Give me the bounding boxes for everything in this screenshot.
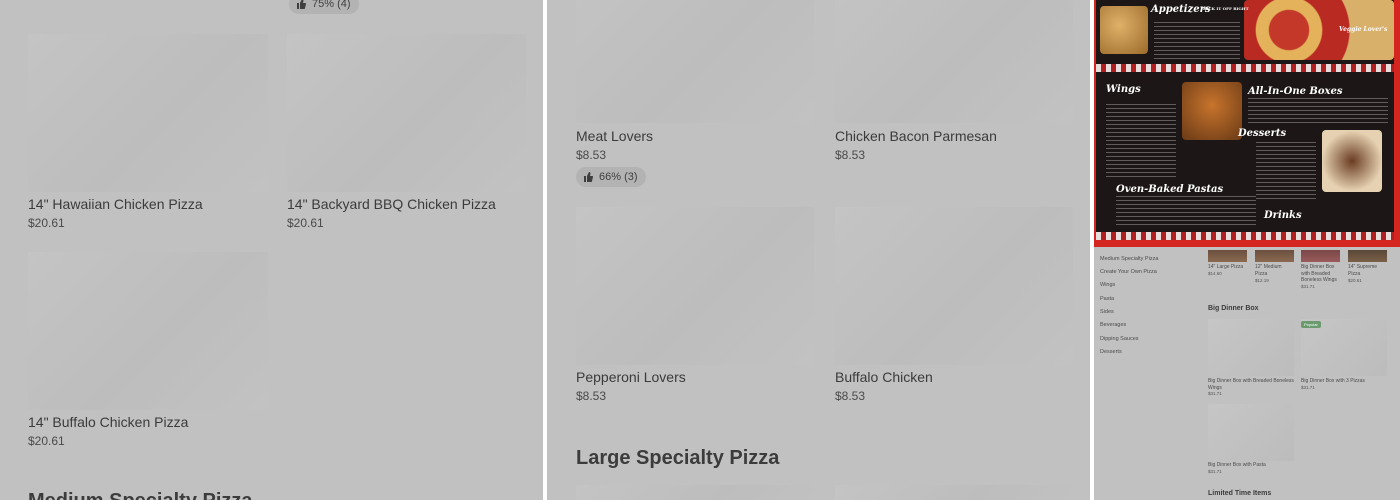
- menu-board: Appetizers KICK IT OFF RIGHT Veggie Love…: [1096, 0, 1394, 240]
- thumbs-up-icon: [584, 172, 593, 182]
- desserts-text: [1256, 142, 1316, 202]
- item-name[interactable]: Big Dinner Box with Pasta: [1208, 462, 1294, 469]
- item-price: $20.61: [28, 216, 65, 230]
- item-name[interactable]: Big Dinner Box with Breaded Boneless Win…: [1301, 264, 1341, 284]
- thumbs-up-icon: [297, 0, 306, 9]
- item-price: $12.19: [1255, 278, 1269, 283]
- rating-badge: 75% (4): [289, 0, 359, 14]
- item-name[interactable]: Meat Lovers: [576, 128, 653, 144]
- popular-badge: Popular: [1301, 321, 1321, 328]
- item-price: $20.61: [1348, 278, 1362, 283]
- wings-photo: [1182, 82, 1242, 140]
- rating-text: 66% (3): [599, 171, 638, 183]
- item-price: $20.61: [28, 434, 65, 448]
- rating-badge: 66% (3): [576, 167, 646, 187]
- sidebar-link[interactable]: Sides: [1100, 309, 1114, 315]
- section-title: Big Dinner Box: [1208, 305, 1259, 312]
- item-price: $8.53: [576, 148, 607, 162]
- drinks-heading: Drinks: [1264, 210, 1302, 221]
- item-name[interactable]: Pepperoni Lovers: [576, 369, 686, 385]
- item-price: $8.53: [576, 389, 607, 403]
- appetizers-text: [1154, 22, 1240, 62]
- item-name[interactable]: Big Dinner Box with 3 Pizzas: [1301, 378, 1387, 385]
- item-image[interactable]: [835, 485, 1073, 500]
- item-name[interactable]: Buffalo Chicken: [835, 369, 933, 385]
- section-title: Medium Specialty Pizza: [28, 490, 253, 500]
- item-price: $8.53: [835, 389, 866, 403]
- item-image[interactable]: [28, 34, 268, 192]
- item-image[interactable]: [1301, 250, 1340, 262]
- all-in-one-heading: All-In-One Boxes: [1248, 86, 1343, 97]
- item-image[interactable]: [1208, 319, 1294, 376]
- boxes-text: [1248, 98, 1388, 124]
- appetizers-heading: Appetizers: [1151, 4, 1211, 15]
- item-image[interactable]: [576, 0, 814, 123]
- section-title: Large Specialty Pizza: [576, 447, 780, 469]
- item-name[interactable]: Big Dinner Box with Breaded Boneless Win…: [1208, 378, 1294, 391]
- wings-text: [1106, 104, 1176, 180]
- item-price: $31.71: [1301, 385, 1315, 390]
- desserts-heading: Desserts: [1238, 128, 1287, 139]
- item-name[interactable]: 14" Backyard BBQ Chicken Pizza: [287, 196, 496, 212]
- appetizers-tagline: KICK IT OFF RIGHT: [1203, 6, 1249, 11]
- checker-divider: [1096, 64, 1394, 72]
- veggie-lovers-label: Veggie Lover's: [1339, 26, 1388, 33]
- item-image[interactable]: [1208, 404, 1294, 461]
- item-name[interactable]: 14" Supreme Pizza: [1348, 264, 1388, 277]
- item-name[interactable]: 14" Buffalo Chicken Pizza: [28, 414, 188, 430]
- sidebar-link[interactable]: Wings: [1100, 282, 1115, 288]
- wings-heading: Wings: [1106, 84, 1141, 95]
- left-menu-panel: 75% (4) 14" Hawaiian Chicken Pizza $20.6…: [0, 0, 543, 500]
- menu-board-photo: Appetizers KICK IT OFF RIGHT Veggie Love…: [1094, 0, 1400, 247]
- rating-text: 75% (4): [312, 0, 351, 10]
- item-name[interactable]: 14" Large Pizza: [1208, 264, 1248, 271]
- pasta-text: [1116, 196, 1256, 226]
- item-image[interactable]: [835, 207, 1073, 365]
- item-price: $31.71: [1208, 469, 1222, 474]
- breadsticks-photo: [1100, 6, 1148, 54]
- item-image[interactable]: [1348, 250, 1387, 262]
- sidebar-link[interactable]: Create Your Own Pizza: [1100, 269, 1157, 275]
- item-name[interactable]: 14" Hawaiian Chicken Pizza: [28, 196, 203, 212]
- item-image[interactable]: [1255, 250, 1294, 262]
- item-name[interactable]: 12" Medium Pizza: [1255, 264, 1295, 277]
- item-price: $20.61: [287, 216, 324, 230]
- middle-menu-panel: Meat Lovers $8.53 66% (3) Chicken Bacon …: [547, 0, 1090, 500]
- sidebar-link[interactable]: Pasta: [1100, 296, 1114, 302]
- item-name[interactable]: Chicken Bacon Parmesan: [835, 128, 997, 144]
- section-title: Limited Time Items: [1208, 490, 1272, 497]
- checker-divider: [1096, 232, 1394, 240]
- sidebar-link[interactable]: Desserts: [1100, 349, 1122, 355]
- dessert-photo: [1322, 130, 1382, 192]
- item-image[interactable]: [287, 34, 526, 192]
- item-image[interactable]: [576, 207, 814, 365]
- item-price: $8.53: [835, 148, 866, 162]
- item-image[interactable]: [576, 485, 814, 500]
- sidebar-link[interactable]: Dipping Sauces: [1100, 336, 1139, 342]
- item-price: $31.71: [1301, 284, 1315, 289]
- item-image[interactable]: [1208, 250, 1247, 262]
- item-price: $31.71: [1208, 391, 1222, 396]
- sidebar-link[interactable]: Medium Specialty Pizza: [1100, 256, 1158, 262]
- item-image[interactable]: [28, 252, 268, 410]
- item-image[interactable]: [835, 0, 1073, 123]
- pastas-heading: Oven-Baked Pastas: [1116, 184, 1224, 195]
- sidebar-link[interactable]: Beverages: [1100, 322, 1126, 328]
- item-price: $14.60: [1208, 271, 1222, 276]
- app-screenshot: Medium Specialty Pizza Create Your Own P…: [1094, 250, 1400, 500]
- right-panel: Appetizers KICK IT OFF RIGHT Veggie Love…: [1094, 0, 1400, 500]
